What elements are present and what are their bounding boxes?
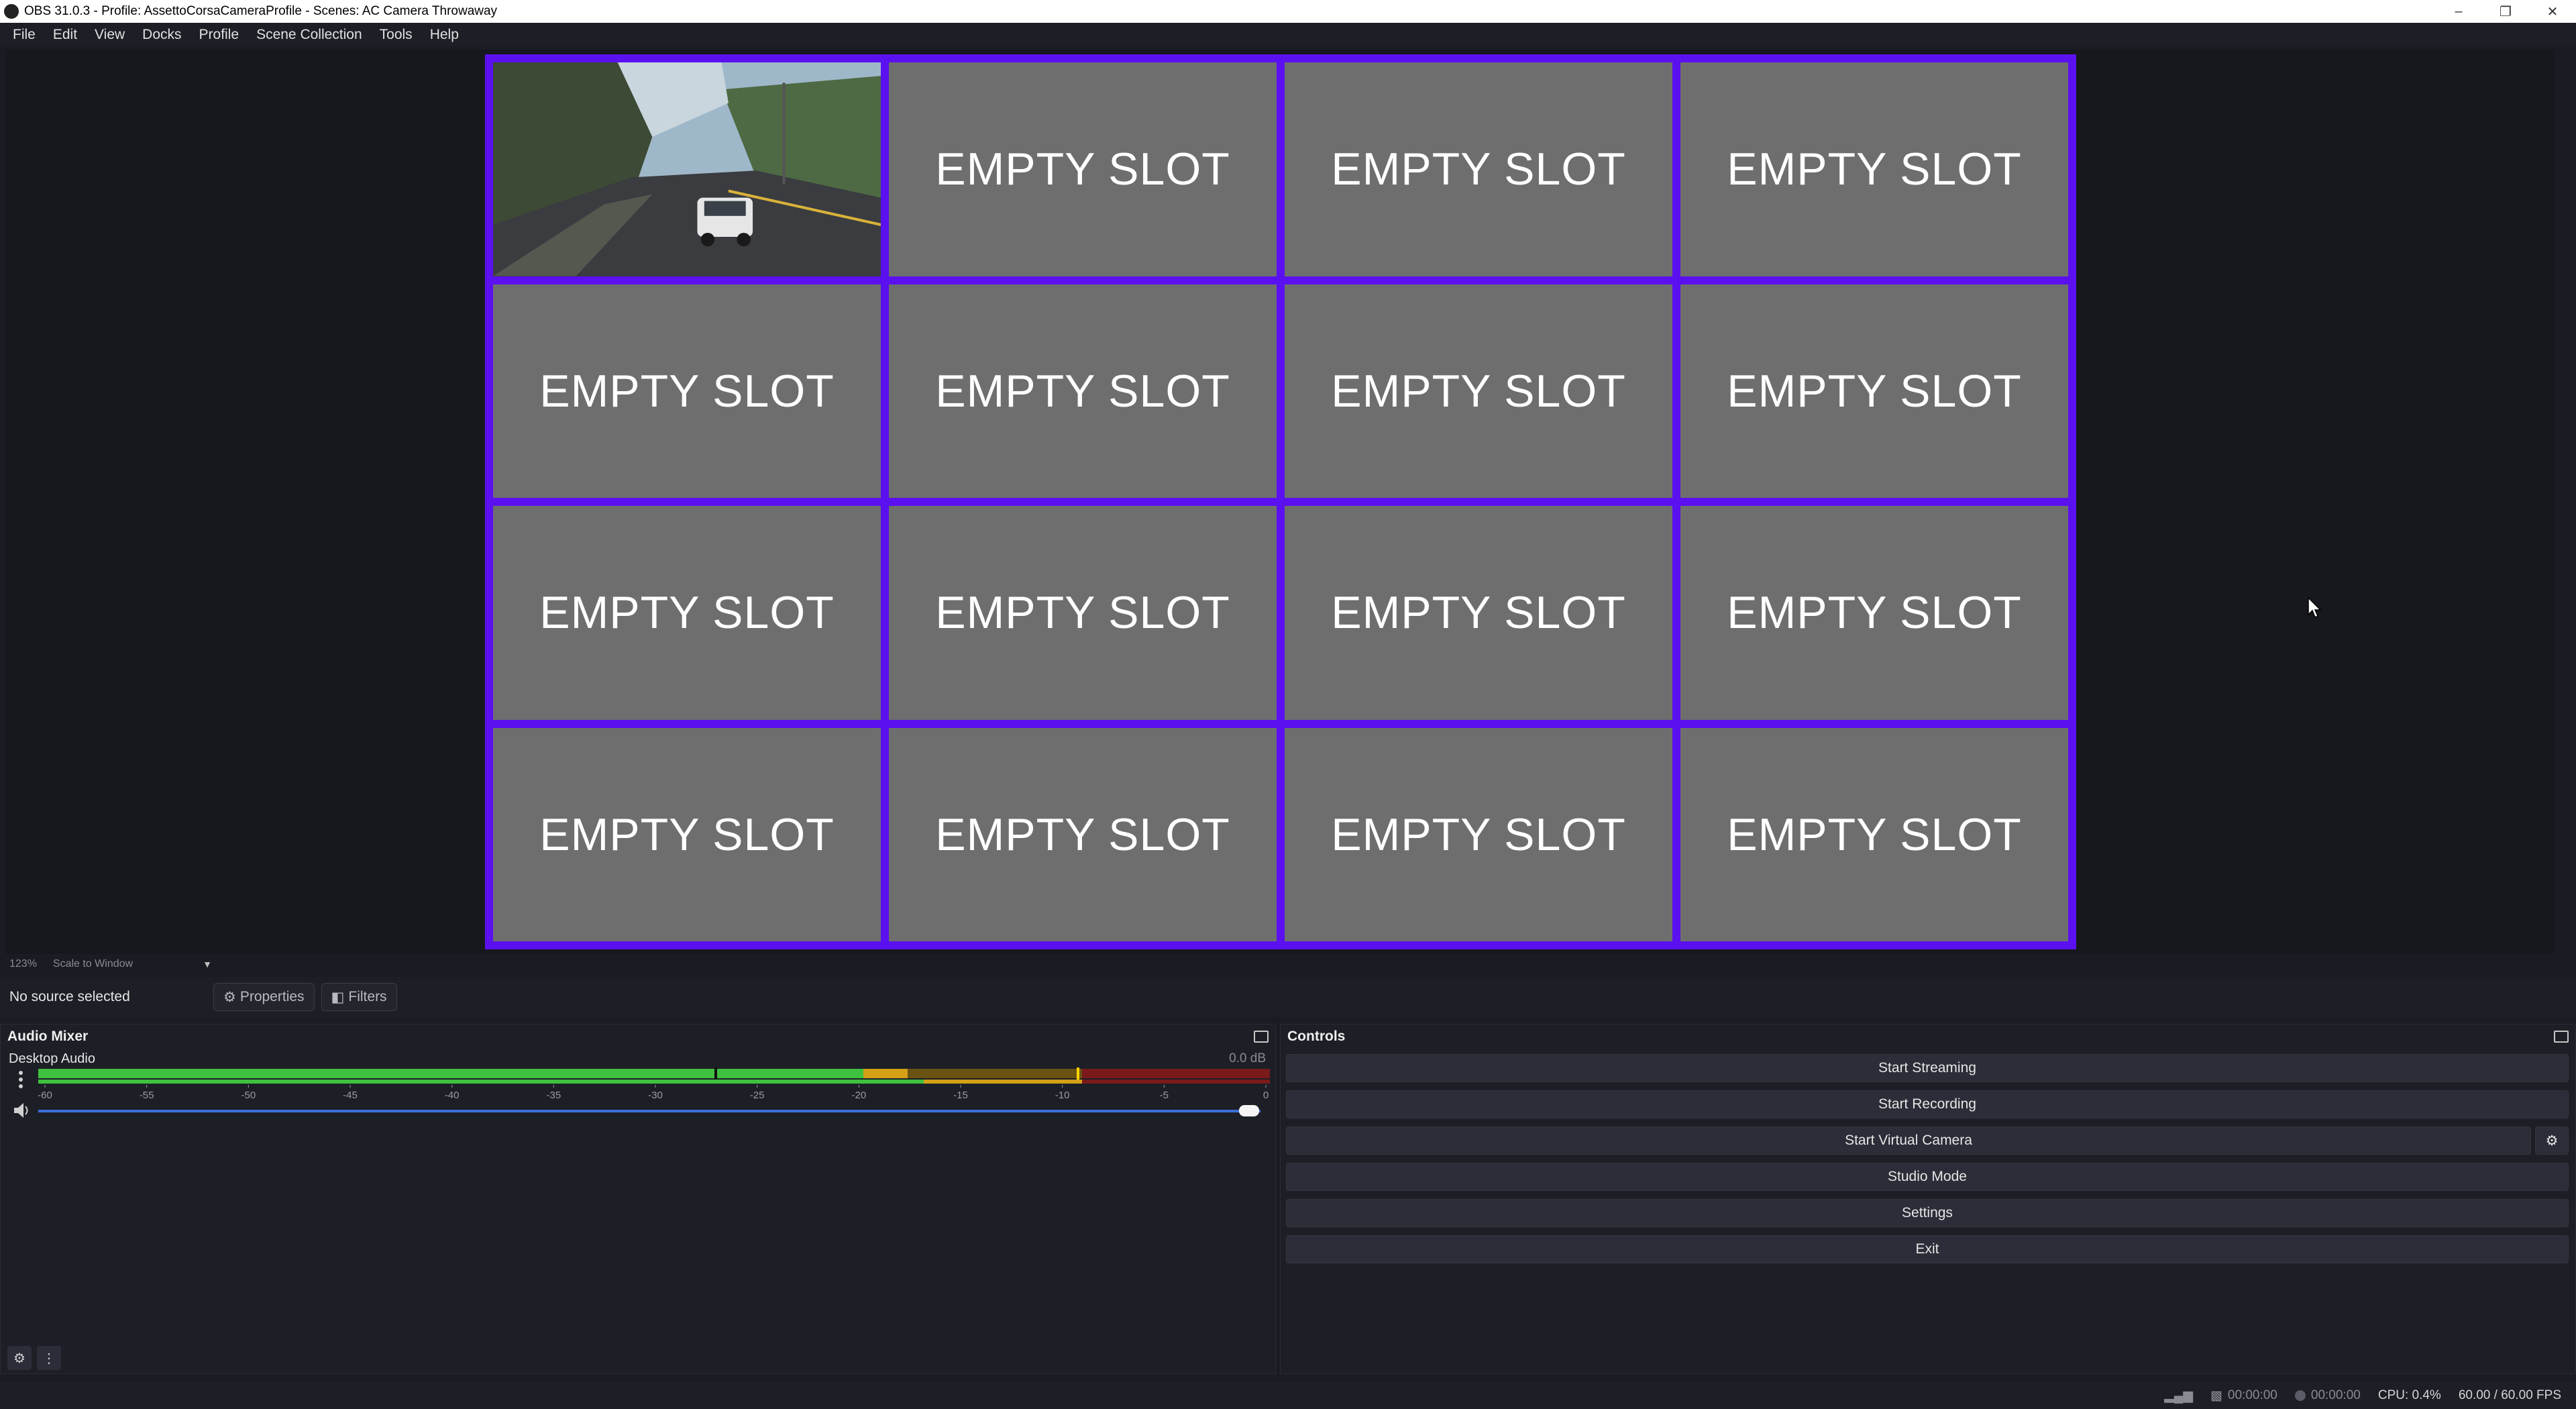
exit-button[interactable]: Exit <box>1286 1235 2569 1263</box>
record-status: 00:00:00 <box>2294 1388 2361 1403</box>
zoom-bar: 123% Scale to Window ▼ <box>9 955 212 973</box>
close-icon[interactable]: ✕ <box>2529 0 2576 23</box>
channel-menu-icon[interactable] <box>19 1071 23 1088</box>
scale-mode-select[interactable]: Scale to Window <box>53 958 133 970</box>
meter-scale-label: -25 <box>750 1090 765 1101</box>
channel-name: Desktop Audio <box>9 1051 95 1066</box>
menu-docks[interactable]: Docks <box>133 27 190 43</box>
filter-icon: ◧ <box>331 989 345 1005</box>
window-controls: – ❐ ✕ <box>2435 0 2576 23</box>
status-bar: ▂▄▆ ▩ 00:00:00 00:00:00 CPU: 0.4% 60.00 … <box>0 1382 2576 1409</box>
audio-mixer-header: Audio Mixer <box>1 1025 1275 1049</box>
meter-scale-label: -30 <box>648 1090 663 1101</box>
meter-scale-label: -35 <box>546 1090 561 1101</box>
source-toolbar: No source selected ⚙ Properties ◧ Filter… <box>0 977 2576 1017</box>
studio-mode-button[interactable]: Studio Mode <box>1286 1163 2569 1191</box>
cpu-usage: CPU: 0.4% <box>2377 1388 2441 1402</box>
mixer-menu-icon[interactable]: ⋮ <box>37 1346 61 1370</box>
undock-icon[interactable] <box>1254 1031 1269 1043</box>
empty-slot[interactable]: EMPTY SLOT <box>889 506 1277 720</box>
channel-db: 0.0 dB <box>1229 1051 1266 1065</box>
window-title: OBS 31.0.3 - Profile: AssettoCorsaCamera… <box>24 4 498 18</box>
meter-scale-label: -40 <box>445 1090 460 1101</box>
start-virtual-camera-button[interactable]: Start Virtual Camera <box>1286 1127 2531 1155</box>
chevron-down-icon[interactable]: ▼ <box>203 959 212 970</box>
stream-icon: ▩ <box>2210 1388 2222 1403</box>
fps-counter: 60.00 / 60.00 FPS <box>2458 1388 2561 1402</box>
menu-scene-collection[interactable]: Scene Collection <box>248 27 371 43</box>
title-bar: OBS 31.0.3 - Profile: AssettoCorsaCamera… <box>0 0 2576 23</box>
controls-dock: Controls Start Streaming Start Recording… <box>1280 1024 2576 1374</box>
empty-slot[interactable]: EMPTY SLOT <box>1680 284 2068 498</box>
menu-view[interactable]: View <box>86 27 133 43</box>
settings-button[interactable]: Settings <box>1286 1199 2569 1227</box>
zoom-level: 123% <box>9 958 37 970</box>
mixer-footer: ⚙ ⋮ <box>1 1343 1277 1373</box>
empty-slot[interactable]: EMPTY SLOT <box>1285 284 1672 498</box>
empty-slot[interactable]: EMPTY SLOT <box>493 506 881 720</box>
record-time: 00:00:00 <box>2310 1388 2361 1402</box>
meter-scale-label: -15 <box>953 1090 968 1101</box>
controls-header: Controls <box>1281 1025 2575 1049</box>
meter-scale: -60 -55 -50 -45 -40 -35 -30 -25 -20 -15 -10 -5 0 <box>38 1085 1269 1101</box>
menu-profile[interactable]: Profile <box>191 27 248 43</box>
advanced-audio-gear-icon[interactable]: ⚙ <box>7 1346 32 1370</box>
controls-title: Controls <box>1287 1029 1346 1044</box>
menu-help[interactable]: Help <box>421 27 468 43</box>
start-recording-button[interactable]: Start Recording <box>1286 1090 2569 1118</box>
source-status: No source selected <box>9 989 130 1004</box>
record-icon <box>2294 1390 2306 1401</box>
desktop-audio-channel: Desktop Audio 0.0 dB <box>1 1049 1275 1067</box>
filters-button[interactable]: ◧ Filters <box>321 983 397 1011</box>
meter-scale-label: -60 <box>38 1090 52 1101</box>
camera-feed-image <box>493 62 881 276</box>
meter-scale-label: -20 <box>851 1090 866 1101</box>
audio-mixer-title: Audio Mixer <box>7 1029 89 1044</box>
minimize-icon[interactable]: – <box>2435 0 2482 23</box>
undock-icon[interactable] <box>2554 1031 2569 1043</box>
empty-slot[interactable]: EMPTY SLOT <box>889 284 1277 498</box>
empty-slot[interactable]: EMPTY SLOT <box>1285 62 1672 276</box>
scene-grid[interactable]: EMPTY SLOT EMPTY SLOT EMPTY SLOT EMPTY S… <box>485 54 2076 949</box>
gear-icon: ⚙ <box>223 989 236 1005</box>
empty-slot[interactable]: EMPTY SLOT <box>493 727 881 941</box>
virtual-camera-settings-gear-icon[interactable]: ⚙ <box>2535 1127 2569 1155</box>
stream-status: ▩ 00:00:00 <box>2210 1388 2277 1404</box>
start-streaming-button[interactable]: Start Streaming <box>1286 1054 2569 1082</box>
restore-icon[interactable]: ❐ <box>2482 0 2529 23</box>
mouse-cursor-icon <box>2308 597 2322 619</box>
volume-slider-handle[interactable] <box>1239 1105 1259 1116</box>
network-signal-icon: ▂▄▆ <box>2164 1388 2193 1403</box>
empty-slot[interactable]: EMPTY SLOT <box>889 727 1277 941</box>
menu-bar: File Edit View Docks Profile Scene Colle… <box>0 23 2576 47</box>
meter-scale-label: 0 <box>1263 1090 1269 1101</box>
properties-label: Properties <box>239 989 305 1004</box>
empty-slot[interactable]: EMPTY SLOT <box>889 62 1277 276</box>
properties-button[interactable]: ⚙ Properties <box>213 983 315 1011</box>
meter-scale-label: -55 <box>140 1090 154 1101</box>
meter-scale-label: -5 <box>1160 1090 1169 1101</box>
camera-feed-slot[interactable] <box>493 62 881 276</box>
filters-label: Filters <box>348 989 387 1004</box>
empty-slot[interactable]: EMPTY SLOT <box>1680 506 2068 720</box>
menu-edit[interactable]: Edit <box>44 27 86 43</box>
volume-slider-track[interactable] <box>38 1110 1260 1112</box>
menu-file[interactable]: File <box>4 27 44 43</box>
volume-meter: -60 -55 -50 -45 -40 -35 -30 -25 -20 -15 -10 -5 0 <box>14 1067 1270 1118</box>
meter-scale-label: -50 <box>241 1090 256 1101</box>
stream-time: 00:00:00 <box>2227 1388 2277 1402</box>
speaker-icon[interactable] <box>14 1103 28 1118</box>
meter-scale-label: -10 <box>1055 1090 1070 1101</box>
obs-logo-icon <box>4 4 19 19</box>
meter-scale-label: -45 <box>343 1090 358 1101</box>
empty-slot[interactable]: EMPTY SLOT <box>1285 727 1672 941</box>
empty-slot[interactable]: EMPTY SLOT <box>1285 506 1672 720</box>
empty-slot[interactable]: EMPTY SLOT <box>493 284 881 498</box>
empty-slot[interactable]: EMPTY SLOT <box>1680 727 2068 941</box>
menu-tools[interactable]: Tools <box>371 27 421 43</box>
empty-slot[interactable]: EMPTY SLOT <box>1680 62 2068 276</box>
audio-mixer-dock: Audio Mixer Desktop Audio 0.0 dB -60 -55 -… <box>0 1024 1276 1374</box>
